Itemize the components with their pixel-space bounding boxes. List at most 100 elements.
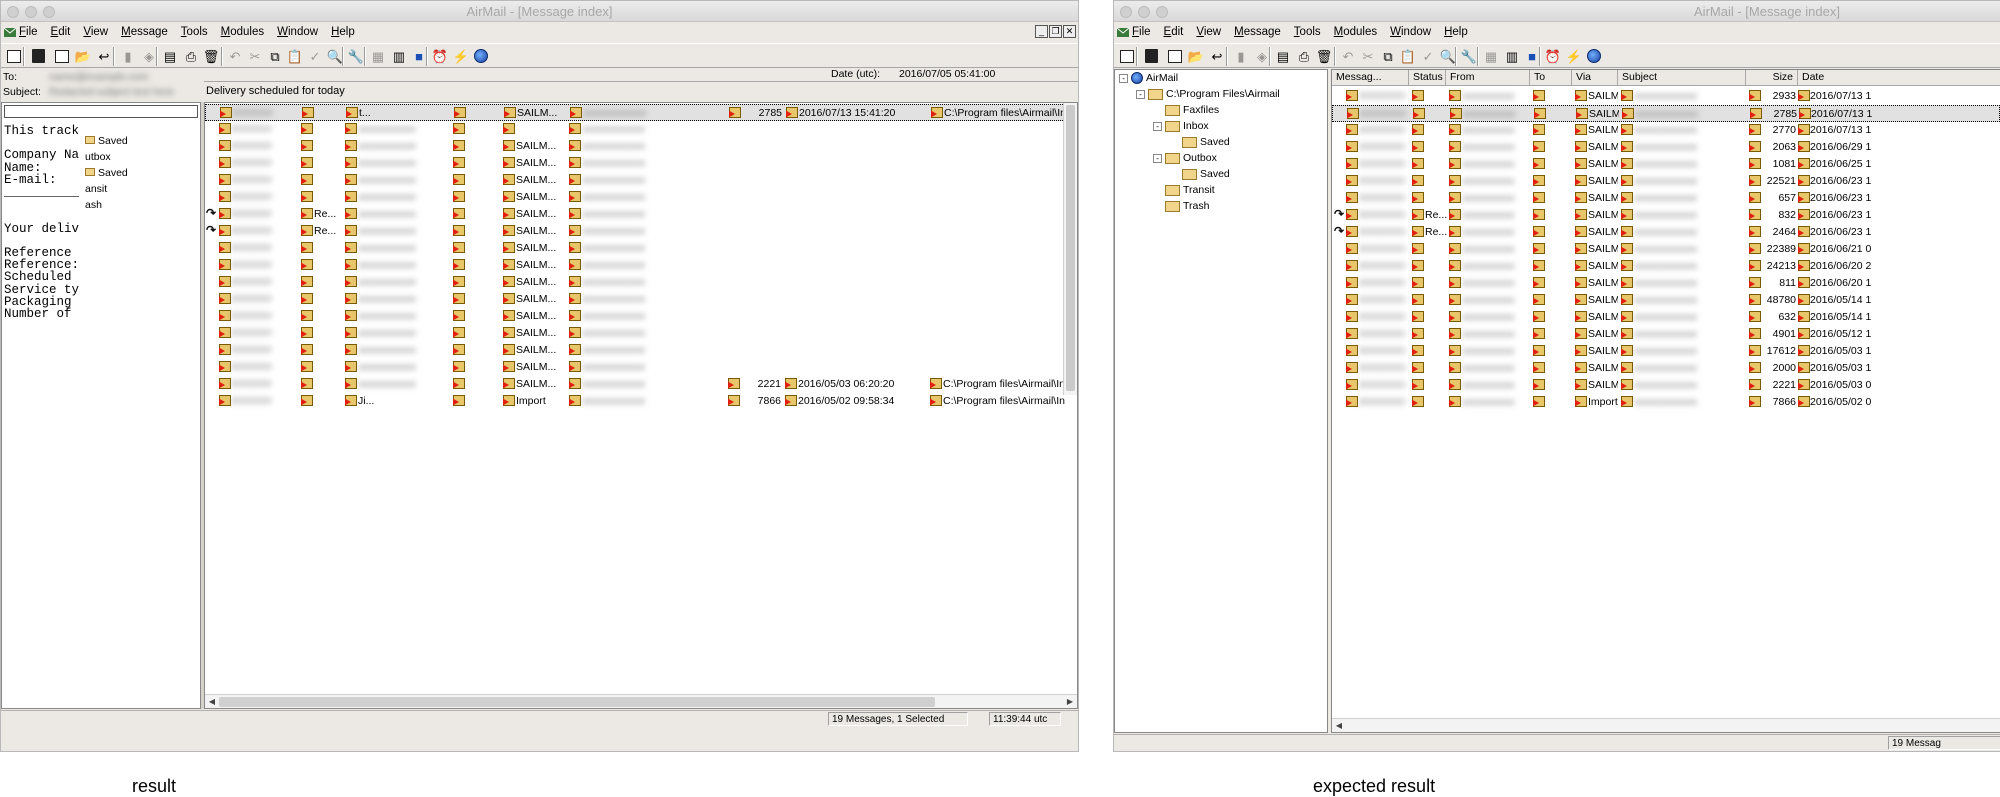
lightning-button[interactable]: ⚡ [1565, 47, 1583, 65]
table-row[interactable]: XXXXXXX xxxxxxxxxx SAILM... xxxxxxxxxxxx 176… [1332, 343, 2000, 360]
table-row[interactable]: XXXXXXX xxxxxxxxxxx SAILM... xxxxxxxxxxxx [205, 342, 1077, 359]
message-body-pane[interactable]: This track Company Na Name: E-mail: ________… [1, 102, 201, 709]
column-header-to[interactable]: To [1530, 70, 1572, 86]
undo-button[interactable]: ↶ [1339, 47, 1357, 65]
spellcheck-button[interactable]: ✓ [1419, 47, 1437, 65]
table-row[interactable]: ↷ XXXXXXX Re... xxxxxxxxxx SAILM... xxxxxxxxx… [1332, 224, 2000, 241]
table-row[interactable]: XXXXXXX xxxxxxxxxx SAILM... xxxxxxxxxxxx 223… [1332, 241, 2000, 258]
table-row[interactable]: XXXXXXX xxxxxxxxxxx SAILM... xxxxxxxxxxxx [205, 274, 1077, 291]
table-row[interactable]: XXXXXXX xxxxxxxxxx SAILM... xxxxxxxxxxxx 200… [1332, 360, 2000, 377]
table-row[interactable]: XXXXXXX xxxxxxxxxx SAILM... xxxxxxxxxxxx 278… [1332, 105, 2000, 122]
tree-node-saved[interactable]: Saved [1170, 136, 1230, 148]
menu-tools[interactable]: Tools [1294, 26, 1321, 38]
column-header-via[interactable]: Via [1572, 70, 1618, 86]
cut-button[interactable]: ✂ [246, 47, 264, 65]
menu-edit[interactable]: Edit [51, 26, 71, 38]
table-row[interactable]: XXXXXXX xxxxxxxxxx Import xxxxxxxxxxxx 7866 2… [1332, 394, 2000, 411]
table-row[interactable]: XXXXXXX xxxxxxxxxx SAILM... xxxxxxxxxxxx 225… [1332, 173, 2000, 190]
print-preview-button[interactable]: ▤ [1274, 47, 1292, 65]
column-header-date[interactable]: Date [1798, 70, 2000, 86]
reply-button[interactable]: ↩ [95, 47, 113, 65]
scroll-left-icon[interactable]: ◀ [207, 696, 217, 708]
menu-file[interactable]: File [19, 26, 38, 38]
tree-node-faxfiles[interactable]: Faxfiles [1153, 104, 1219, 116]
collapse-icon[interactable]: - [1119, 73, 1128, 83]
table-row[interactable]: ↷ XXXXXXX Re... xxxxxxxxxx SAILM... xxxxxxxxx… [1332, 207, 2000, 224]
table-row[interactable]: XXXXXXX xxxxxxxxxx SAILM... xxxxxxxxxxxx 487… [1332, 292, 2000, 309]
table-row[interactable]: XXXXXXX xxxxxxxxxxx SAILM... xxxxxxxxxxxx [205, 138, 1077, 155]
menu-modules[interactable]: Modules [221, 26, 264, 38]
vertical-scrollbar[interactable] [1063, 103, 1077, 395]
horizontal-scrollbar[interactable]: ◀ ▶ [205, 694, 1077, 708]
globe-button[interactable] [1585, 47, 1603, 65]
menu-message[interactable]: Message [121, 26, 168, 38]
message-list[interactable]: Messag... Status From To Via Subject Size Date … [1331, 69, 2000, 733]
menu-view[interactable]: View [1196, 26, 1221, 38]
mdi-minimize-icon[interactable]: _ [1035, 25, 1048, 38]
copy-button[interactable]: ⧉ [266, 47, 284, 65]
print-preview-button[interactable]: ▤ [161, 47, 179, 65]
tree-node-trash[interactable]: Trash [1153, 200, 1209, 212]
menu-tools[interactable]: Tools [181, 26, 208, 38]
tree-node-c-program-files-airmail[interactable]: - C:\Program Files\Airmail [1136, 88, 1280, 100]
tree-node-saved[interactable]: Saved [1170, 168, 1230, 180]
table-row[interactable]: XXXXXXX xxxxxxxxxxx SAILM... xxxxxxxxxxxx [205, 189, 1077, 206]
settings-button[interactable]: 🔧 [347, 47, 365, 65]
menu-view[interactable]: View [83, 26, 108, 38]
view-detail-button[interactable]: ▥ [390, 47, 408, 65]
layout-button[interactable] [1118, 47, 1136, 65]
view-list-button[interactable]: ▦ [369, 47, 387, 65]
app-icon[interactable] [3, 25, 17, 39]
delete-button[interactable]: 🗑 [202, 47, 220, 65]
menu-message[interactable]: Message [1234, 26, 1281, 38]
column-header-size[interactable]: Size [1746, 70, 1798, 86]
table-row[interactable]: XXXXXXX xxxxxxxxxx SAILM... xxxxxxxxxxxx 108… [1332, 156, 2000, 173]
view-detail-button[interactable]: ▥ [1503, 47, 1521, 65]
table-row[interactable]: XXXXXXX xxxxxxxxxx SAILM... xxxxxxxxxxxx 242… [1332, 258, 2000, 275]
table-row[interactable]: XXXXXXX xxxxxxxxxx SAILM... xxxxxxxxxxxx 657… [1332, 190, 2000, 207]
undo-button[interactable]: ↶ [226, 47, 244, 65]
mdi-restore-icon[interactable]: ❐ [1049, 25, 1062, 38]
table-row[interactable]: XXXXXXX Ji... Import xxxxxxxxxxxx 7866 2016/0… [205, 393, 1077, 410]
table-row[interactable]: XXXXXXX xxxxxxxxxxx SAILM... xxxxxxxxxxxx [205, 308, 1077, 325]
tree-node-transit[interactable]: Transit [1153, 184, 1215, 196]
collapse-icon[interactable]: - [1153, 121, 1162, 131]
column-header-subject[interactable]: Subject [1618, 70, 1746, 86]
paste-button[interactable]: 📋 [1399, 47, 1417, 65]
menu-help[interactable]: Help [1444, 26, 1468, 38]
table-row[interactable]: ↷ XXXXXXX Re... xxxxxxxxxxx SAILM... xxxxxxxx… [205, 223, 1077, 240]
menu-window[interactable]: Window [1390, 26, 1431, 38]
table-row[interactable]: XXXXXXX xxxxxxxxxx SAILM... xxxxxxxxxxxx 811… [1332, 275, 2000, 292]
lightning-button[interactable]: ⚡ [452, 47, 470, 65]
globe-button[interactable] [472, 47, 490, 65]
menu-window[interactable]: Window [277, 26, 318, 38]
cut-button[interactable]: ✂ [1359, 47, 1377, 65]
collapse-icon[interactable]: - [1153, 153, 1162, 163]
tree-node-inbox[interactable]: - Inbox [1153, 120, 1209, 132]
table-row[interactable]: XXXXXXX xxxxxxxxxx SAILM... xxxxxxxxxxxx 277… [1332, 122, 2000, 139]
print-button[interactable]: ⎙ [182, 47, 200, 65]
table-row[interactable]: XXXXXXX xxxxxxxxxx SAILM... xxxxxxxxxxxx 632… [1332, 309, 2000, 326]
collapse-icon[interactable]: - [1136, 89, 1145, 99]
menu-help[interactable]: Help [331, 26, 355, 38]
column-header-messag[interactable]: Messag... [1332, 70, 1409, 86]
table-row[interactable]: XXXXXXX xxxxxxxxxx SAILM... xxxxxxxxxxxx 293… [1332, 88, 2000, 105]
print-button[interactable]: ⎙ [1295, 47, 1313, 65]
spellcheck-button[interactable]: ✓ [306, 47, 324, 65]
schedule-button[interactable]: ⏰ [431, 47, 449, 65]
menu-edit[interactable]: Edit [1164, 26, 1184, 38]
tree-node-outbox[interactable]: - Outbox [1153, 152, 1217, 164]
table-row[interactable]: XXXXXXX t... SAILM... xxxxxxxxxxxx 2785 2016/… [205, 104, 1077, 121]
table-row[interactable]: XXXXXXX xxxxxxxxxxx SAILM... xxxxxxxxxxxx [205, 172, 1077, 189]
mdi-close-icon[interactable]: ✕ [1063, 25, 1076, 38]
address-book-button[interactable] [1142, 47, 1160, 65]
schedule-button[interactable]: ⏰ [1544, 47, 1562, 65]
column-header-status[interactable]: Status [1409, 70, 1446, 86]
message-list[interactable]: XXXXXXX t... SAILM... xxxxxxxxxxxx 2785 2016/… [204, 102, 1078, 709]
view-list-button[interactable]: ▦ [1482, 47, 1500, 65]
open-folder-button[interactable]: 📂 [74, 47, 92, 65]
paste-button[interactable]: 📋 [286, 47, 304, 65]
app-icon[interactable] [1116, 25, 1130, 39]
vertical-scroll-thumb[interactable] [1066, 105, 1075, 391]
table-row[interactable]: XXXXXXX xxxxxxxxxx SAILM... xxxxxxxxxxxx 490… [1332, 326, 2000, 343]
